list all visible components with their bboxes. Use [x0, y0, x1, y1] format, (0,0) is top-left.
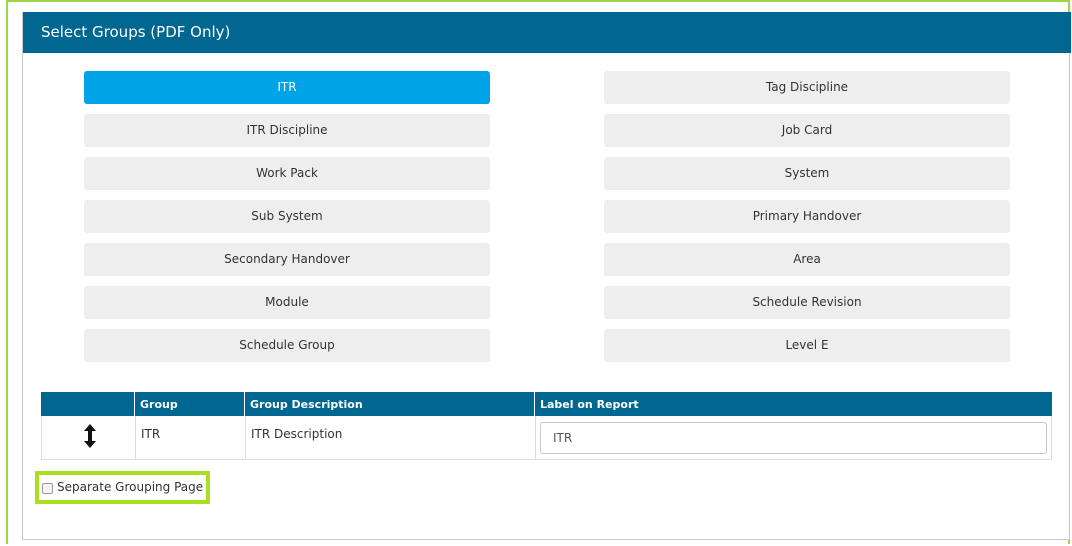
panel-title: Select Groups (PDF Only)	[23, 12, 1071, 53]
group-button-level-e[interactable]: Level E	[604, 329, 1010, 362]
group-cell: ITR	[136, 416, 246, 459]
group-button-itr-discipline[interactable]: ITR Discipline	[84, 114, 490, 147]
column-header-label: Label on Report	[540, 398, 639, 411]
group-button-primary-handover[interactable]: Primary Handover	[604, 200, 1010, 233]
group-button-area[interactable]: Area	[604, 243, 1010, 276]
select-groups-panel: Select Groups (PDF Only) ITR ITR Discipl…	[22, 12, 1071, 540]
table-row: ITR ITR Description	[41, 416, 1052, 460]
group-button-module[interactable]: Module	[84, 286, 490, 319]
group-button-schedule-revision[interactable]: Schedule Revision	[604, 286, 1010, 319]
group-button-sub-system[interactable]: Sub System	[84, 200, 490, 233]
drag-cell	[42, 416, 136, 459]
description-cell: ITR Description	[246, 416, 536, 459]
group-button-work-pack[interactable]: Work Pack	[84, 157, 490, 190]
separate-grouping-label[interactable]: Separate Grouping Page	[57, 480, 203, 494]
up-down-arrow-icon[interactable]	[83, 424, 97, 448]
group-button-system[interactable]: System	[604, 157, 1010, 190]
group-button-itr[interactable]: ITR	[84, 71, 490, 104]
group-button-schedule-group[interactable]: Schedule Group	[84, 329, 490, 362]
column-header-group: Group	[135, 392, 245, 416]
group-button-job-card[interactable]: Job Card	[604, 114, 1010, 147]
column-header-drag	[41, 392, 135, 416]
column-header-description: Group Description	[245, 392, 535, 416]
group-table-header: Group Group Description Label on Report	[41, 392, 1052, 416]
group-button-secondary-handover[interactable]: Secondary Handover	[84, 243, 490, 276]
separate-grouping-checkbox[interactable]	[42, 483, 53, 494]
group-button-tag-discipline[interactable]: Tag Discipline	[604, 71, 1010, 104]
label-on-report-input[interactable]	[540, 422, 1047, 454]
separate-grouping-highlight: Separate Grouping Page	[35, 471, 210, 504]
